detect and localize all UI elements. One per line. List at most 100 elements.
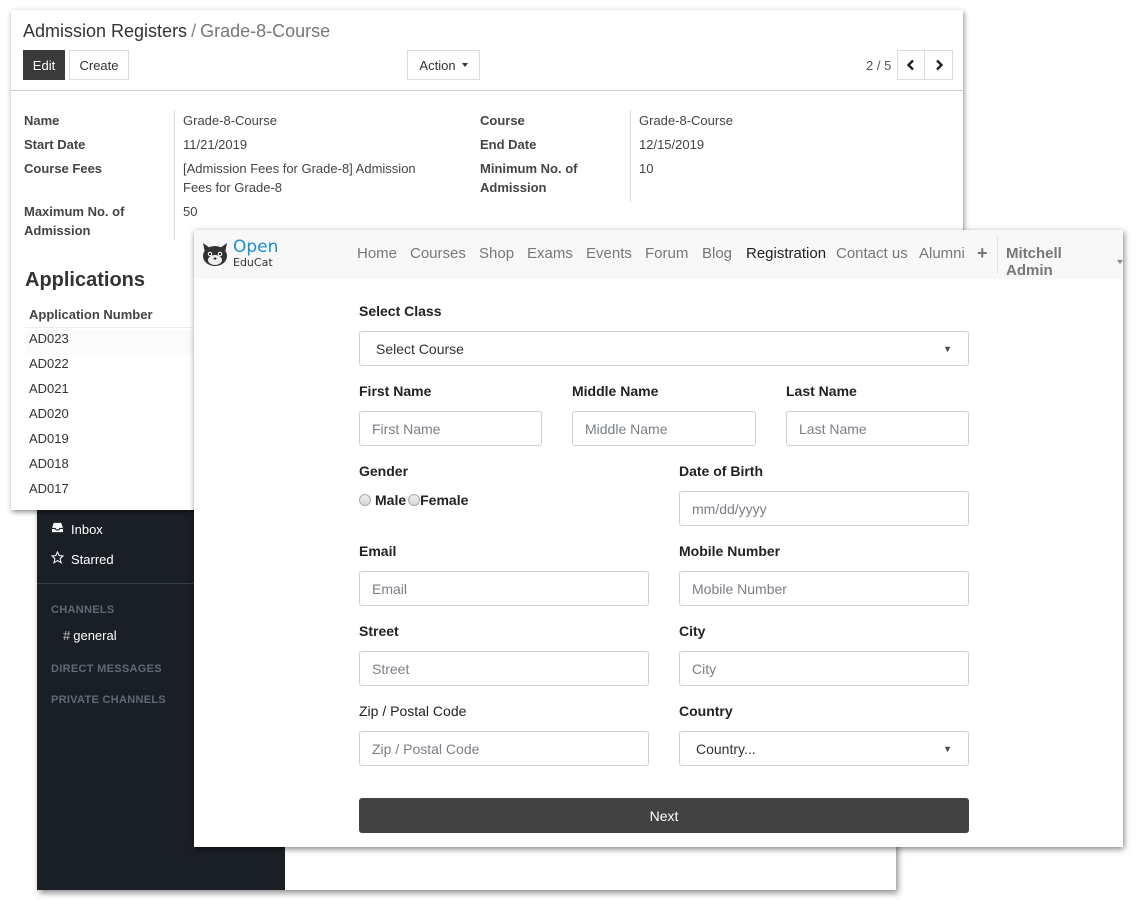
end-date-label: End Date	[480, 137, 537, 152]
breadcrumb-current: Grade-8-Course	[200, 21, 331, 41]
user-menu[interactable]: Mitchell Admin	[1006, 245, 1123, 279]
dob-input[interactable]	[679, 491, 969, 526]
select-course-value: Select Course	[376, 340, 464, 357]
country-value: Country...	[696, 740, 756, 757]
field-separator	[174, 110, 175, 240]
inbox-icon	[51, 521, 64, 537]
gender-male-label[interactable]: Male	[375, 492, 406, 508]
nav-home[interactable]: Home	[357, 245, 397, 262]
course-fees-line1: [Admission Fees for Grade-8] Admission	[183, 161, 416, 176]
sidebar-item-starred[interactable]: Starred	[50, 550, 114, 567]
nav-courses[interactable]: Courses	[410, 245, 466, 262]
action-label: Action	[419, 57, 456, 73]
breadcrumb: Admission Registers / Grade-8-Course	[23, 21, 330, 42]
gender-female-label[interactable]: Female	[420, 492, 468, 508]
max-admission-value: 50	[183, 204, 198, 219]
gender-radio-group: Male Female	[359, 492, 468, 508]
email-input[interactable]	[359, 571, 649, 606]
gender-label: Gender	[359, 463, 409, 479]
sidebar-item-label: Starred	[71, 551, 114, 567]
channel-name: general	[73, 628, 117, 643]
action-dropdown[interactable]: Action	[407, 50, 480, 80]
nav-divider	[997, 236, 998, 274]
user-name: Mitchell Admin	[1006, 245, 1062, 279]
nav-events[interactable]: Events	[586, 245, 632, 262]
create-button[interactable]: Create	[69, 50, 129, 80]
last-name-label: Last Name	[786, 383, 857, 399]
street-input[interactable]	[359, 651, 649, 686]
nav-registration[interactable]: Registration	[746, 245, 826, 262]
name-label: Name	[24, 113, 60, 128]
country-label: Country	[679, 703, 733, 719]
select-course-dropdown[interactable]: Select Course ▼	[359, 331, 969, 366]
hash-icon: #	[63, 628, 71, 643]
nav-blog[interactable]: Blog	[702, 245, 732, 262]
pager-previous-button[interactable]	[897, 50, 925, 80]
nav-exams[interactable]: Exams	[527, 245, 573, 262]
field-separator	[630, 110, 631, 202]
pager-next-button[interactable]	[924, 50, 953, 80]
last-name-input[interactable]	[786, 411, 969, 446]
breadcrumb-separator: /	[191, 21, 197, 41]
email-label: Email	[359, 543, 397, 559]
logo-text-educat: EduCat	[233, 256, 273, 269]
course-label: Course	[480, 113, 525, 128]
caret-down-icon: ▼	[943, 743, 952, 754]
plus-icon[interactable]: +	[977, 243, 988, 264]
channels-header[interactable]: CHANNELS	[51, 604, 115, 616]
min-admission-label: Minimum No. of Admission	[480, 159, 578, 197]
course-fees-value[interactable]: [Admission Fees for Grade-8] Admission F…	[183, 159, 416, 197]
max-admission-label-line2: Admission	[24, 223, 91, 238]
nav-contact-us[interactable]: Contact us	[836, 245, 908, 262]
zip-label: Zip / Postal Code	[359, 703, 467, 719]
max-admission-label-line1: Maximum No. of	[24, 204, 125, 219]
mobile-label: Mobile Number	[679, 543, 781, 559]
first-name-input[interactable]	[359, 411, 542, 446]
sidebar-item-label: Inbox	[71, 521, 103, 537]
logo-text-open: Open	[233, 237, 279, 257]
country-dropdown[interactable]: Country... ▼	[679, 731, 969, 766]
channel-general[interactable]: # general	[63, 628, 117, 643]
min-admission-value: 10	[639, 161, 654, 176]
start-date-value: 11/21/2019	[183, 137, 248, 152]
breadcrumb-parent[interactable]: Admission Registers	[23, 21, 187, 41]
gender-female-radio[interactable]	[408, 494, 421, 506]
gender-male-radio[interactable]	[359, 494, 371, 506]
direct-messages-header[interactable]: DIRECT MESSAGES	[51, 663, 162, 675]
city-input[interactable]	[679, 651, 969, 686]
middle-name-label: Middle Name	[572, 383, 659, 399]
min-admission-label-line2: Admission	[480, 180, 547, 195]
caret-down-icon	[461, 63, 468, 67]
select-class-label: Select Class	[359, 303, 442, 319]
mobile-input[interactable]	[679, 571, 969, 606]
chevron-left-icon	[906, 59, 914, 71]
pager-value: 2 / 5	[866, 58, 892, 73]
course-value[interactable]: Grade-8-Course	[639, 111, 733, 130]
nav-forum[interactable]: Forum	[645, 245, 688, 262]
course-fees-line2: Fees for Grade-8	[183, 180, 282, 195]
edit-button[interactable]: Edit	[23, 50, 65, 80]
logo[interactable]: Open EduCat	[200, 239, 278, 268]
cat-logo-icon	[203, 242, 227, 266]
private-channels-header[interactable]: PRIVATE CHANNELS	[51, 694, 166, 706]
caret-down-icon: ▼	[943, 343, 952, 354]
zip-input[interactable]	[359, 731, 649, 766]
sidebar-item-inbox[interactable]: Inbox	[51, 521, 103, 537]
min-admission-label-line1: Minimum No. of	[480, 161, 578, 176]
max-admission-label: Maximum No. of Admission	[24, 202, 124, 240]
navbar: Open EduCat Home Courses Shop Exams Even…	[194, 230, 1123, 279]
dob-label: Date of Birth	[679, 463, 763, 479]
street-label: Street	[359, 623, 399, 639]
next-button[interactable]: Next	[359, 798, 969, 833]
control-panel-divider	[11, 90, 963, 91]
nav-shop[interactable]: Shop	[479, 245, 514, 262]
chevron-right-icon	[935, 59, 943, 71]
nav-alumni[interactable]: Alumni	[919, 245, 965, 262]
first-name-label: First Name	[359, 383, 432, 399]
end-date-value: 12/15/2019	[639, 137, 705, 152]
city-label: City	[679, 623, 706, 639]
star-icon	[50, 550, 65, 567]
registration-website-window: Open EduCat Home Courses Shop Exams Even…	[194, 230, 1123, 847]
middle-name-input[interactable]	[572, 411, 756, 446]
caret-down-icon	[1117, 260, 1123, 264]
